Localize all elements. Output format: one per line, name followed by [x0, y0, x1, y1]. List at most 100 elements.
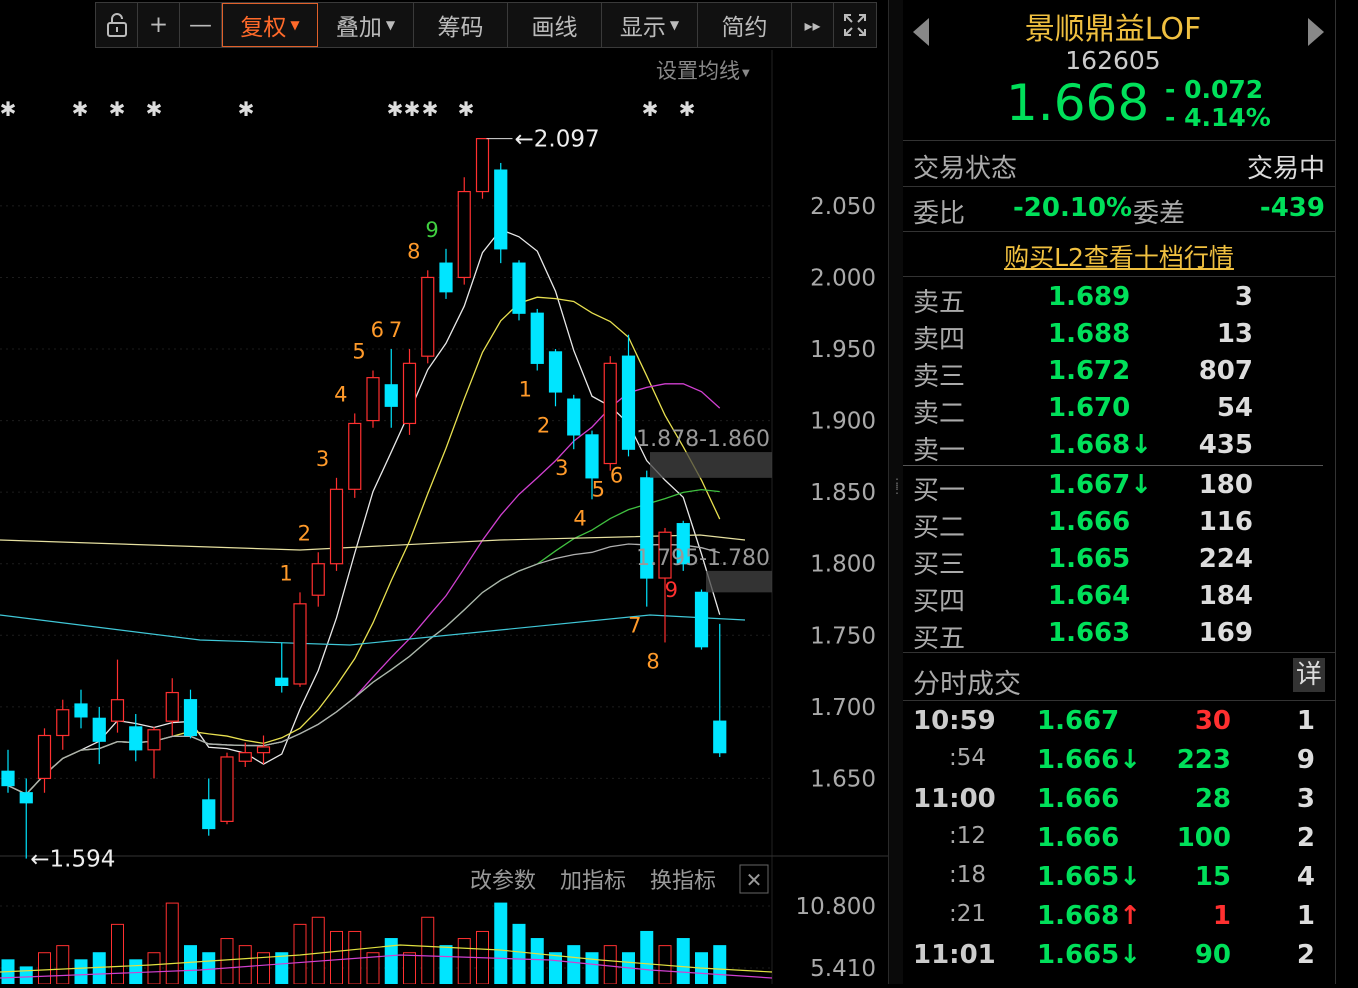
td-down-count: 6 [610, 463, 623, 487]
candle-body [402, 362, 417, 425]
ask-level-label: 卖五 [913, 288, 966, 318]
tick-row: :12 1.666 100 2 [913, 823, 1323, 862]
tick-count: 9 [1296, 745, 1315, 775]
stock-code: 162605 [1065, 46, 1161, 75]
candle-body [183, 699, 198, 737]
candle-body [74, 703, 88, 718]
candle-body [348, 422, 362, 490]
td-down-count: 3 [555, 456, 568, 480]
lock-button[interactable] [96, 3, 138, 47]
divider [903, 140, 1335, 141]
tick-count: 1 [1296, 901, 1315, 931]
bid-price: 1.664 [1048, 581, 1131, 611]
tick-volume: 15 [1194, 862, 1231, 892]
ask-volume: 435 [1198, 430, 1253, 460]
signal-star-icon: ✱ [238, 97, 255, 121]
bid-level-label: 买五 [913, 624, 966, 654]
signal-star-icon: ✱ [0, 97, 16, 121]
last-price: 1.668 [1006, 74, 1150, 132]
bid-level-label: 买二 [913, 513, 966, 543]
y-tick-label: 2.000 [810, 265, 876, 291]
volume-bar [56, 945, 70, 985]
vol-tick-label: 10.800 [796, 894, 876, 920]
diff-label: 委差 [1133, 199, 1186, 229]
ticks-detail-button[interactable]: 详 [1293, 658, 1325, 692]
td-up-count: 7 [389, 318, 402, 342]
ask-price: 1.688 [1048, 319, 1131, 349]
volume-bar [494, 902, 508, 985]
tick-price: 1.665↓ [1037, 862, 1142, 892]
candle-body [56, 709, 70, 737]
ask-price: 1.670 [1048, 393, 1131, 423]
td-up-count: 8 [407, 239, 420, 263]
candle-body [165, 691, 179, 722]
candle-body [256, 746, 271, 754]
kline-chart[interactable]: 2.050 2.000 1.950 1.900 1.850 1.800 1.750 1.700… [0, 50, 888, 985]
y-tick-label: 1.900 [810, 409, 876, 435]
tick-arrow-icon: ↓ [1119, 862, 1142, 892]
tick-volume: 223 [1176, 745, 1231, 775]
divider [903, 652, 1335, 653]
bid-volume: 224 [1198, 544, 1253, 574]
candle-body [293, 603, 307, 685]
ratio-label: 委比 [913, 199, 966, 229]
ask-row: 卖三 1.672 807 [913, 356, 1253, 393]
candle-body [92, 717, 106, 742]
price-change-block: - 0.072 - 4.14% [1165, 76, 1271, 132]
tick-price: 1.666↓ [1037, 745, 1142, 775]
tick-count: 3 [1296, 784, 1315, 814]
l2-upgrade-link[interactable]: 购买L2查看十档行情 [903, 238, 1335, 274]
ask-volume: 3 [1234, 282, 1253, 312]
overlay-dropdown[interactable]: 叠加 ▼ [318, 3, 414, 47]
ask-level-label: 卖一 [913, 436, 966, 466]
candle-body [238, 752, 252, 762]
td-down-count: 8 [646, 649, 659, 673]
candle-body [19, 792, 33, 804]
overlay-label: 叠加 [335, 15, 382, 41]
volume-bar [74, 959, 88, 985]
candle-body [202, 799, 216, 830]
td-up-count: 6 [371, 318, 384, 342]
signal-star-icon: ✱ [72, 97, 89, 121]
signal-star-icon: ✱ [387, 97, 404, 121]
gap-zone-box [650, 452, 772, 478]
candle-body [147, 729, 161, 751]
app-root: + — 复权 ▼ 叠加 ▼ 筹码 画线 显示 ▼ 简约 ▸▸ 2.050 2.000 1.… [0, 0, 1358, 985]
y-tick-label: 1.950 [810, 337, 876, 363]
quote-panel: 景顺鼎益LOF 162605 1.668 - 0.072 - 4.14% 交易状… [903, 0, 1335, 984]
divider [903, 276, 1335, 277]
simple-mode-button[interactable]: 简约 [698, 3, 792, 47]
tick-row: 10:59 1.667 30 1 [913, 706, 1323, 745]
y-tick-label: 2.050 [810, 194, 876, 220]
tick-count: 1 [1296, 706, 1315, 736]
chips-button[interactable]: 筹码 [414, 3, 508, 47]
volume-bar [202, 952, 216, 985]
fast-forward-button[interactable]: ▸▸ [792, 3, 834, 47]
bid-volume: 180 [1198, 470, 1253, 500]
tick-row: 11:00 1.666 28 3 [913, 784, 1323, 823]
display-dropdown[interactable]: 显示 ▼ [602, 3, 698, 47]
tick-time: :54 [949, 745, 987, 771]
bid-volume: 184 [1198, 581, 1253, 611]
zoom-out-button[interactable]: — [180, 3, 222, 47]
gap-zone-label: 1.878-1.860 [636, 427, 770, 452]
bid-volume: 116 [1198, 507, 1253, 537]
td-down-count: 7 [628, 614, 641, 638]
tick-time: 10:59 [913, 706, 996, 736]
td-down-count: 9 [665, 578, 678, 602]
candle-body [567, 398, 581, 436]
draw-line-button[interactable]: 画线 [508, 3, 602, 47]
signal-star-icon: ✱ [679, 97, 696, 121]
divider [903, 186, 1335, 187]
zoom-in-button[interactable]: + [138, 3, 180, 47]
volume-bar [220, 938, 234, 985]
candle-body [439, 262, 453, 293]
indicator-button: 加指标 [560, 869, 626, 894]
far-right-panel-edge [1335, 0, 1358, 984]
stock-name: 景顺鼎益LOF [1024, 12, 1202, 47]
indicator-button: 改参数 [470, 869, 536, 894]
fullscreen-button[interactable] [834, 3, 876, 47]
tick-time: :21 [949, 901, 987, 927]
candle-body [494, 169, 508, 250]
adjust-dropdown[interactable]: 复权 ▼ [222, 3, 318, 47]
